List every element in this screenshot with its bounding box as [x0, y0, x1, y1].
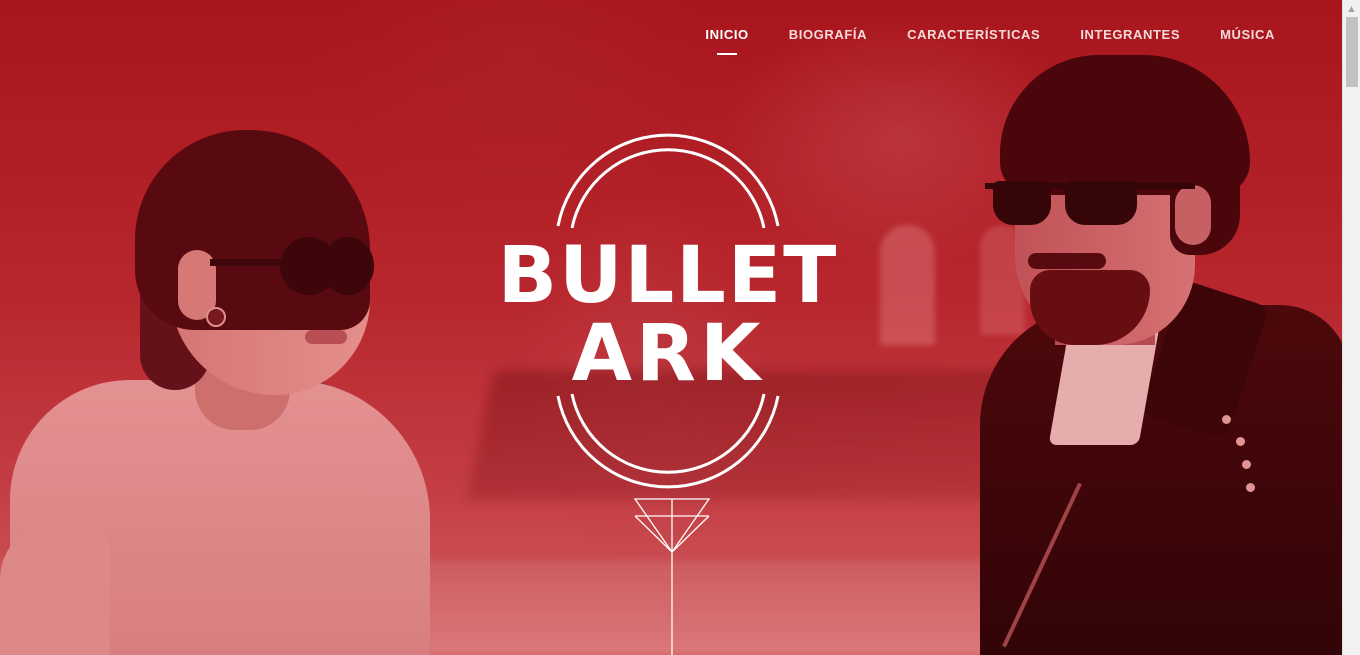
logo-emblem: BULLET ARK	[498, 133, 839, 489]
hero-section: BULLET ARK INICIO BIOGRAFÍA CARACTERÍSTI…	[0, 0, 1343, 655]
nav-item-integrantes[interactable]: INTEGRANTES	[1080, 27, 1180, 42]
logo-text-line2: ARK	[572, 309, 765, 399]
triangle-arrow-down-icon[interactable]	[632, 496, 712, 655]
nav-item-biografia[interactable]: BIOGRAFÍA	[789, 27, 867, 42]
nav-item-inicio[interactable]: INICIO	[705, 27, 748, 55]
nav-item-caracteristicas[interactable]: CARACTERÍSTICAS	[907, 27, 1040, 42]
scrollbar-thumb[interactable]	[1346, 17, 1358, 87]
main-navigation: INICIO BIOGRAFÍA CARACTERÍSTICAS INTEGRA…	[705, 27, 1275, 55]
bullet-ark-logo: BULLET ARK	[498, 133, 839, 489]
vertical-scrollbar[interactable]: ▲	[1342, 0, 1360, 655]
nav-item-musica[interactable]: MÚSICA	[1220, 27, 1275, 42]
scroll-up-arrow-icon[interactable]: ▲	[1343, 0, 1360, 17]
logo-text-line1: BULLET	[498, 231, 839, 321]
